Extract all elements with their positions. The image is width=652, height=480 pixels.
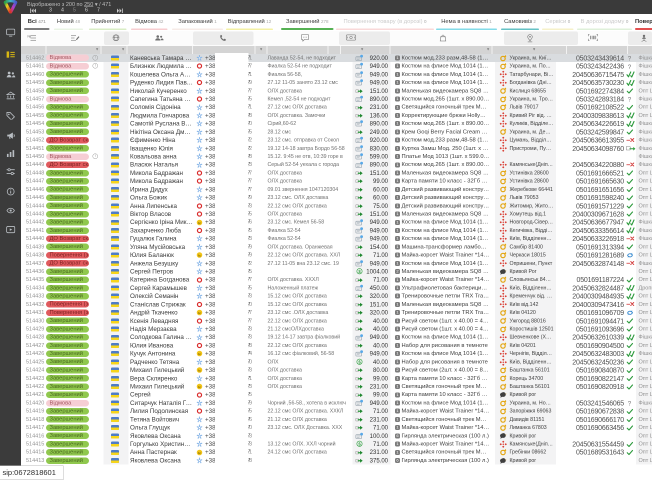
svg-text:lc: lc [198,368,201,372]
svg-text:lc: lc [198,253,201,257]
svg-text:lc: lc [198,352,201,356]
svg-text:№: № [28,34,32,38]
svg-text:lc: lc [198,451,201,455]
svg-text:lc: lc [198,311,201,315]
svg-text:?: ? [628,96,632,102]
svg-text:?: ? [628,64,632,70]
svg-text:lc: lc [198,385,201,389]
svg-text:?: ? [628,55,632,61]
svg-text:lc: lc [198,221,201,225]
svg-text:?: ? [628,400,632,406]
